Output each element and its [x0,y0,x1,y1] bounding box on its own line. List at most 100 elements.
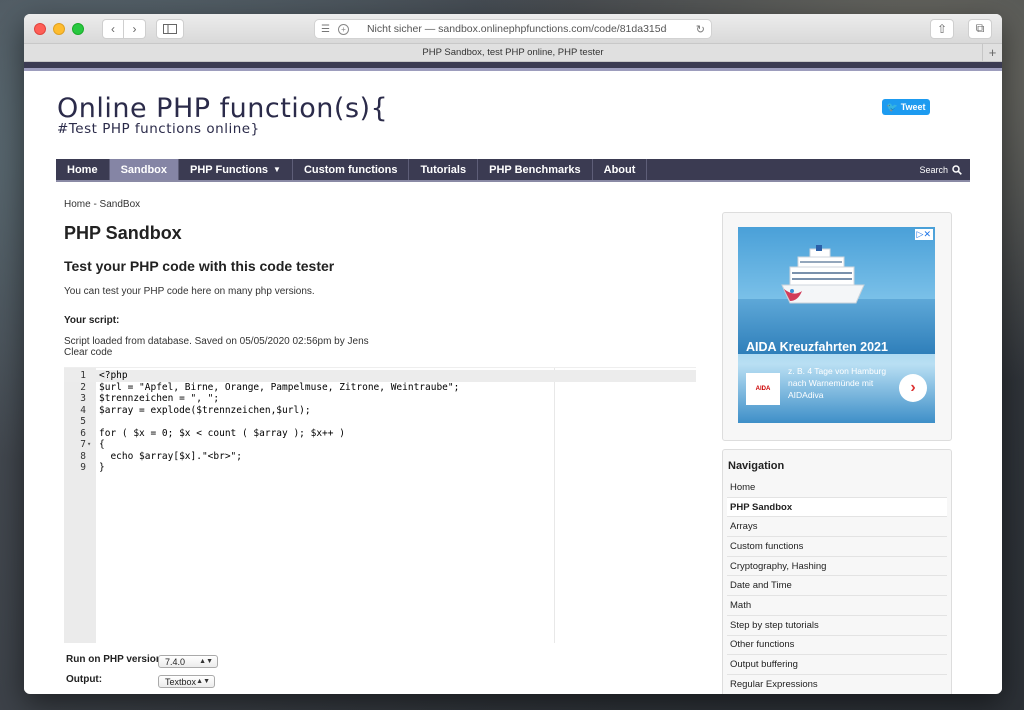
sidebar-item-php-sandbox[interactable]: PHP Sandbox [727,497,947,518]
browser-window: ‹ › ☰ + Nicht sicher — sandbox.onlinephp… [24,14,1002,694]
nav-item-php-benchmarks[interactable]: PHP Benchmarks [478,159,593,180]
sidebar-title: Navigation [728,460,785,472]
privacy-shield-icon[interactable]: + [337,23,349,35]
code-line[interactable]: 1 <?php [64,370,696,382]
code-line[interactable]: 7 ▾ { [64,439,696,451]
code-editor[interactable]: 1 <?php 2 $url = "Apfel, Birne, Orange, … [64,367,696,643]
code-text: for ( $x = 0; $x < count ( $array ); $x+… [99,427,345,439]
nav-search[interactable]: Search [919,159,970,180]
code-line[interactable]: 2 $url = "Apfel, Birne, Orange, Pampelmu… [64,382,696,394]
reload-icon[interactable]: ↻ [696,23,705,36]
code-text: echo $array[$x]."<br>"; [99,450,242,462]
tab-title[interactable]: PHP Sandbox, test PHP online, PHP tester [422,47,603,58]
page-title: PHP Sandbox [64,223,182,243]
sidebar-item-other-functions[interactable]: Other functions [727,636,947,656]
code-line[interactable]: 8 echo $array[$x]."<br>"; [64,451,696,463]
tab-bar: PHP Sandbox, test PHP online, PHP tester… [24,44,1002,62]
sidebar-list: Home PHP Sandbox Arrays Custom functions… [727,478,947,694]
line-number: 6 [80,427,86,439]
code-line[interactable]: 6 for ( $x = 0; $x < count ( $array ); $… [64,428,696,440]
nav-item-php-functions[interactable]: PHP Functions ▼ [179,159,293,180]
code-line[interactable]: 5 [64,416,696,428]
clear-code-link[interactable]: Clear code [64,347,112,358]
address-bar[interactable]: ☰ + Nicht sicher — sandbox.onlinephpfunc… [314,19,712,39]
forward-button[interactable]: › [124,18,146,39]
sidebar-navigation: Navigation Home PHP Sandbox Arrays Custo… [722,449,952,694]
php-version-select[interactable]: 7.4.0 ▲▼ [158,655,218,668]
show-tabs-button[interactable]: ⧉ [968,18,992,39]
code-line[interactable]: 3 $trennzeichen = ", "; [64,393,696,405]
ad-brand-text: AIDA [755,386,771,392]
line-number: 2 [80,381,86,393]
fold-arrow-icon[interactable]: ▾ [87,439,91,451]
zoom-window-button[interactable] [72,22,84,35]
line-number: 8 [80,450,86,462]
nav-item-label: Tutorials [420,163,467,176]
output-mode-select[interactable]: Textbox ▲▼ [158,675,215,688]
php-version-value: 7.4.0 [165,656,186,667]
nav-item-sandbox[interactable]: Sandbox [109,159,180,180]
ad-headline: AIDA Kreuzfahrten 2021 [746,340,888,354]
output-mode-value: Textbox [165,676,197,687]
chevron-right-icon: › [132,21,137,36]
line-number: 1 [80,370,86,381]
ad-container: ▷✕ AIDA Kreuzfahrten 2021 AIDA z. B. 4 T… [722,212,952,441]
line-number: 4 [80,404,86,416]
select-arrows-icon: ▲▼ [199,658,213,665]
code-line[interactable]: 9 } [64,462,696,474]
sidebar-item-arrays[interactable]: Arrays [727,517,947,538]
tweet-button-label: Tweet [900,102,926,112]
nav-item-label: PHP Functions [190,163,269,176]
script-loaded-info: Script loaded from database. Saved on 05… [64,336,369,347]
sidebar-item-custom-functions[interactable]: Custom functions [727,537,947,557]
history-buttons: ‹ › [102,18,146,39]
ad-arrow-button[interactable]: › [899,374,927,402]
breadcrumb[interactable]: Home - SandBox [64,199,140,210]
close-window-button[interactable] [34,22,46,35]
web-page: Online PHP function(s){ #Test PHP functi… [24,71,1002,694]
sidebar-item-cryptography[interactable]: Cryptography, Hashing [727,557,947,577]
twitter-bird-icon: 🐦 [886,101,898,112]
nav-item-label: Home [67,163,98,176]
sidebar-item-output-buffering[interactable]: Output buffering [727,655,947,675]
nav-item-custom-functions[interactable]: Custom functions [293,159,410,180]
line-number: 3 [80,393,86,404]
nav-item-label: PHP Benchmarks [489,163,581,176]
sidebar-item-math[interactable]: Math [727,596,947,616]
ad-brand-logo: AIDA [746,373,780,405]
share-button[interactable]: ⇧ [930,18,954,39]
site-logo-subtitle: #Test PHP functions online} [57,121,260,137]
chevron-left-icon: ‹ [111,21,115,36]
new-tab-icon[interactable]: + [982,44,1002,61]
code-text: $trennzeichen = ", "; [99,393,220,404]
sidebar-item-tutorials[interactable]: Step by step tutorials [727,616,947,636]
ad-banner[interactable]: ▷✕ AIDA Kreuzfahrten 2021 AIDA z. B. 4 T… [738,227,935,423]
code-line[interactable]: 4 $array = explode($trennzeichen,$url); [64,405,696,417]
nav-item-tutorials[interactable]: Tutorials [409,159,479,180]
php-version-label: Run on PHP version: [66,654,166,665]
code-text: } [99,462,105,473]
sidebar-item-date-time[interactable]: Date and Time [727,576,947,597]
code-text: $url = "Apfel, Birne, Orange, Pampelmuse… [99,381,460,393]
reader-icon[interactable]: ☰ [321,24,330,35]
nav-item-label: Sandbox [120,163,168,176]
minimize-window-button[interactable] [53,22,65,35]
sidebar-toggle-button[interactable] [156,18,184,39]
cruise-ship-icon [781,245,865,304]
sidebar-item-regular-expressions[interactable]: Regular Expressions [727,675,947,694]
share-icon: ⇧ [936,21,948,36]
line-number: 9 [80,462,86,473]
tweet-button[interactable]: 🐦 Tweet [882,99,930,115]
site-top-stripe [24,62,1002,71]
nav-item-home[interactable]: Home [56,159,110,180]
back-button[interactable]: ‹ [102,18,124,39]
window-controls [34,22,84,35]
code-text: <?php [99,370,128,381]
browser-toolbar: ‹ › ☰ + Nicht sicher — sandbox.onlinephp… [24,14,1002,44]
adchoices-icon[interactable]: ▷✕ [914,229,933,240]
nav-item-about[interactable]: About [593,159,648,180]
intro-text: You can test your PHP code here on many … [64,286,315,297]
sidebar-item-home[interactable]: Home [727,478,947,498]
site-logo-title[interactable]: Online PHP function(s){ [57,93,388,124]
select-arrows-icon: ▲▼ [196,678,210,685]
